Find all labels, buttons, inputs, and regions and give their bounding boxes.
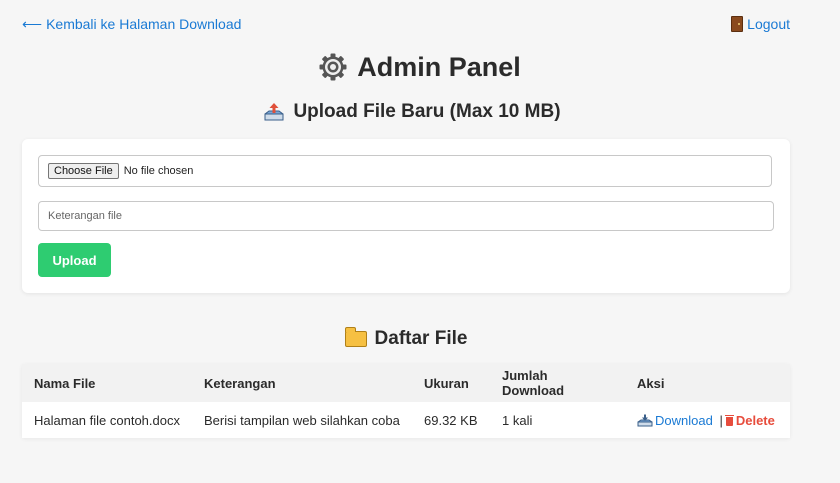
- upload-tray-icon: [264, 103, 284, 121]
- logout-link[interactable]: Logout: [731, 16, 790, 32]
- upload-button[interactable]: Upload: [38, 243, 111, 277]
- file-name-cell: Halaman file contoh.docx: [34, 412, 180, 428]
- choose-file-button[interactable]: Choose File: [48, 163, 119, 179]
- actions-cell: Download | Delete: [625, 402, 790, 438]
- description-input[interactable]: [38, 201, 774, 231]
- folder-icon: [344, 327, 367, 347]
- arrow-left-icon: ⟵: [22, 15, 43, 32]
- upload-section-title: Upload File Baru (Max 10 MB): [0, 100, 802, 124]
- page-title-text: Admin Panel: [357, 51, 521, 82]
- action-separator: |: [719, 412, 723, 428]
- column-header-downloads: Jumlah Download: [502, 368, 565, 398]
- file-list-title-text: Daftar File: [374, 328, 468, 349]
- column-header-name: Nama File: [34, 375, 96, 391]
- table-header-row: Nama File Keterangan Ukuran Jumlah Downl…: [22, 364, 790, 402]
- column-header-actions: Aksi: [637, 375, 665, 391]
- upload-form: Choose File No file chosen Upload: [22, 139, 790, 293]
- file-size-cell: 69.32 KB: [424, 412, 478, 428]
- file-table: Nama File Keterangan Ukuran Jumlah Downl…: [22, 364, 790, 438]
- door-icon: [731, 16, 744, 32]
- download-link[interactable]: Download: [637, 413, 716, 428]
- file-status-text: No file chosen: [123, 165, 194, 177]
- file-list-title: Daftar File: [0, 327, 812, 351]
- download-link-label: Download: [655, 412, 713, 428]
- logout-label: Logout: [747, 16, 790, 32]
- top-nav: ⟵ Kembali ke Halaman Download Logout: [22, 15, 790, 33]
- column-header-size: Ukuran: [424, 375, 469, 391]
- file-input[interactable]: Choose File No file chosen: [38, 155, 772, 187]
- column-header-description: Keterangan: [204, 375, 276, 391]
- back-to-download-link[interactable]: ⟵ Kembali ke Halaman Download: [22, 16, 241, 33]
- table-row: Halaman file contoh.docx Berisi tampilan…: [22, 402, 790, 438]
- back-link-label: Kembali ke Halaman Download: [46, 16, 242, 32]
- file-description-cell: Berisi tampilan web silahkan coba: [204, 412, 400, 428]
- page-title: Admin Panel: [0, 50, 840, 84]
- delete-link[interactable]: Delete: [724, 412, 775, 428]
- trash-icon: [724, 414, 734, 426]
- upload-section-title-text: Upload File Baru (Max 10 MB): [293, 101, 561, 122]
- delete-link-label: Delete: [735, 412, 775, 428]
- gear-icon: [319, 53, 347, 81]
- download-tray-icon: [637, 414, 653, 426]
- download-count-cell: 1 kali: [502, 412, 533, 428]
